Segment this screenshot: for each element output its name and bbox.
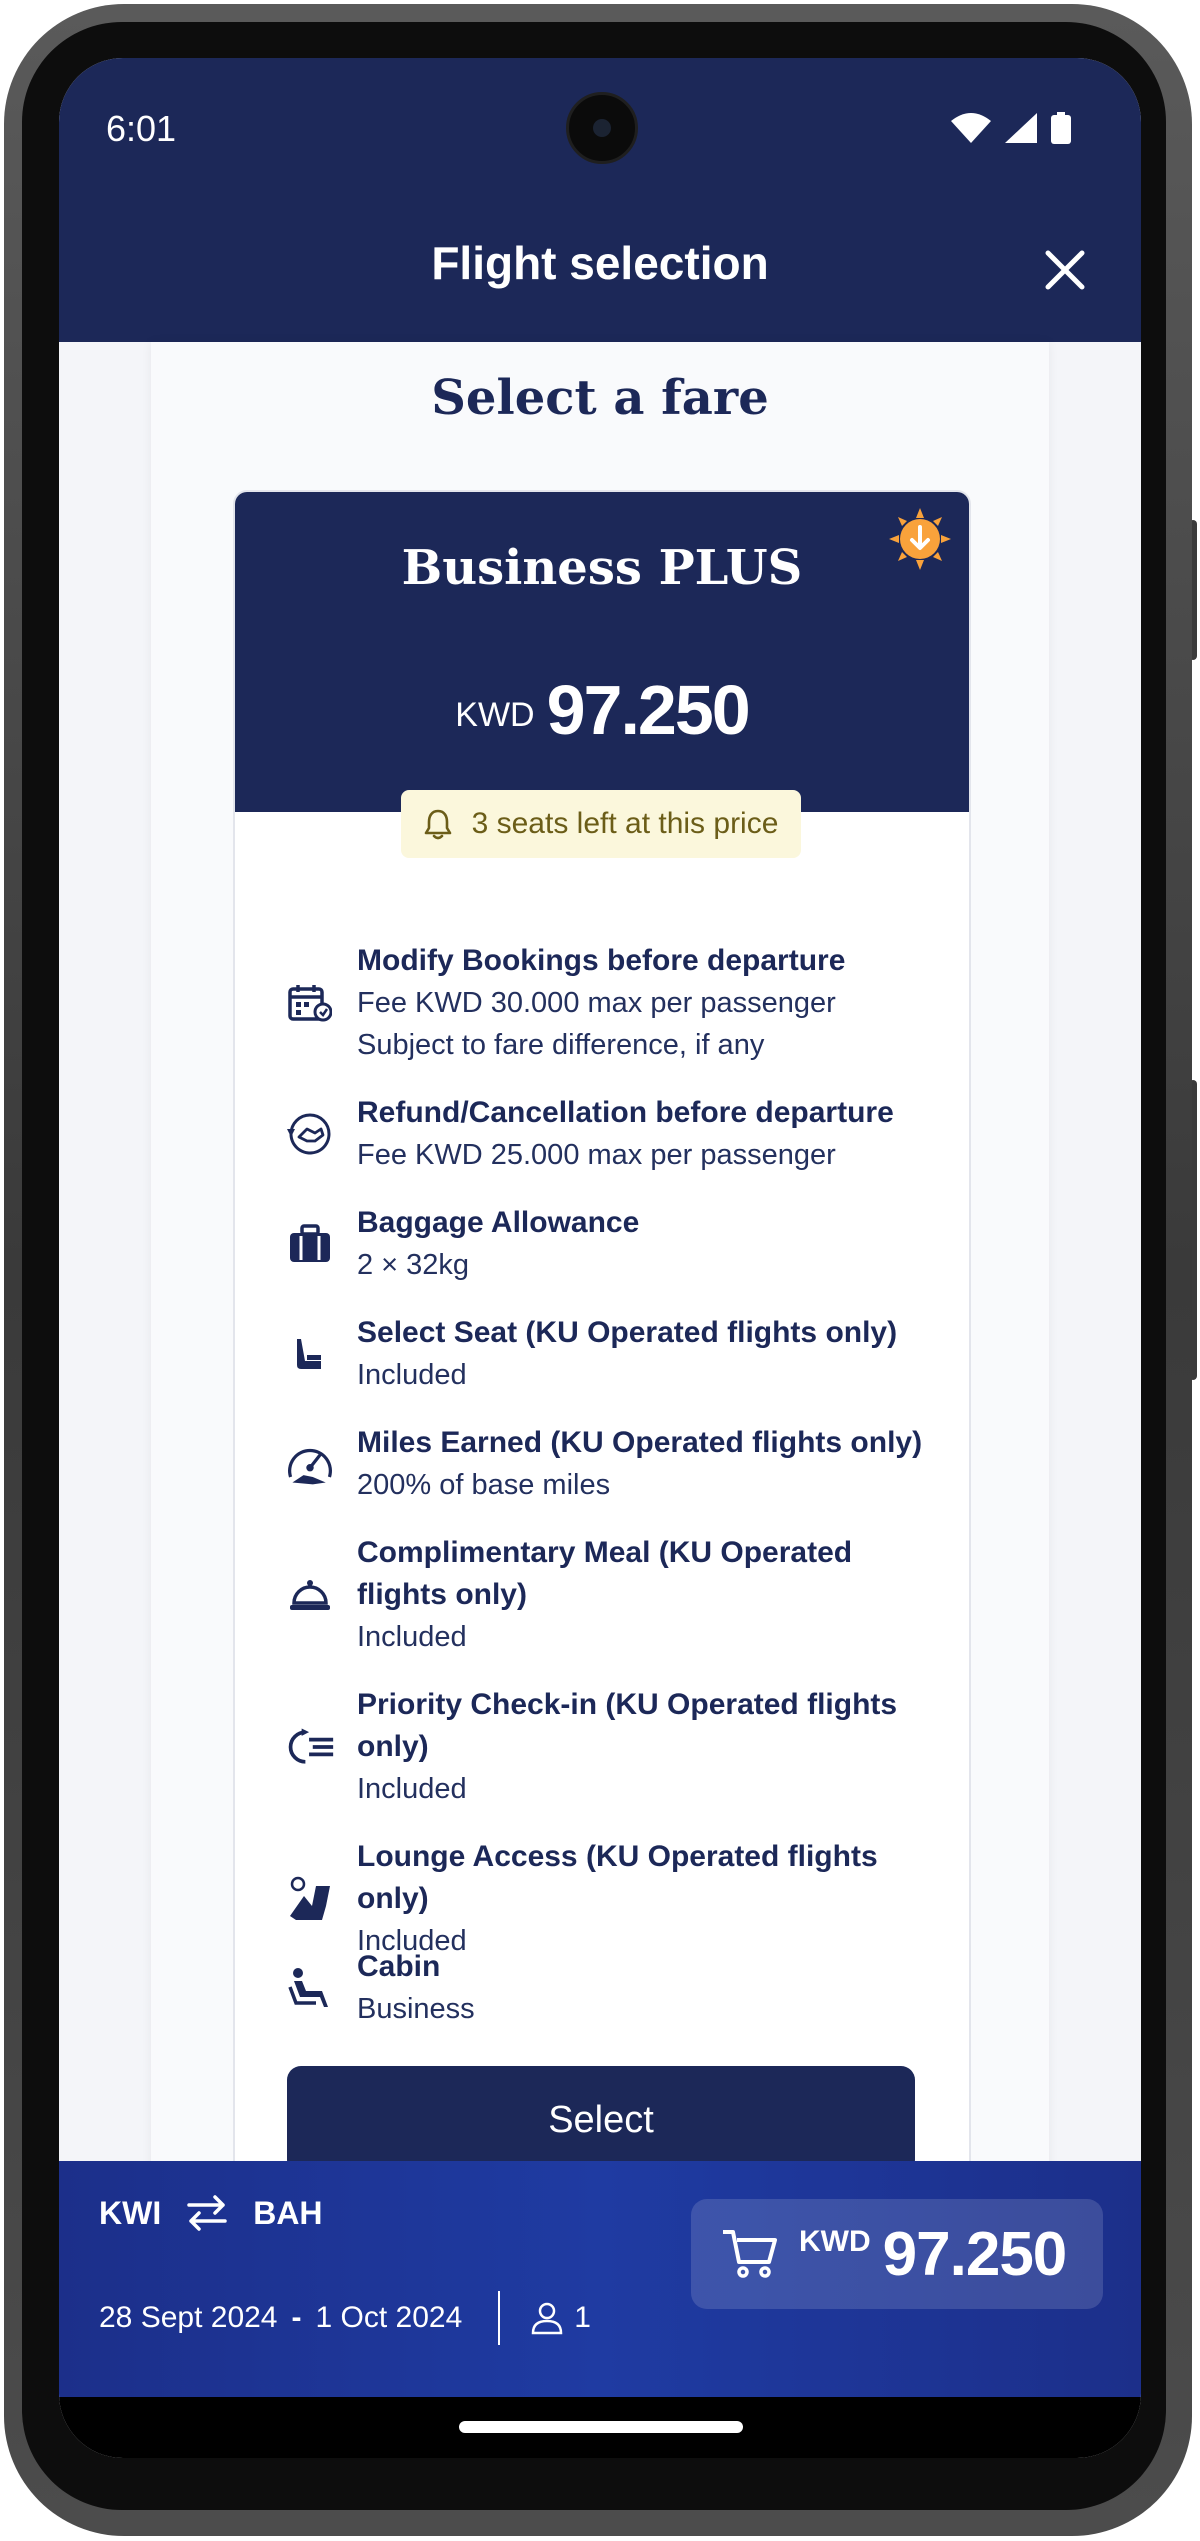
cabin-seat-icon — [288, 1968, 328, 2007]
benefit-priority-checkin: Priority Check-in (KU Operated flights o… — [285, 1684, 925, 1810]
home-indicator[interactable] — [459, 2421, 743, 2433]
cart-total: 97.250 — [882, 2219, 1068, 2289]
fare-price: KWD 97.250 — [235, 670, 969, 750]
benefit-title: Select Seat (KU Operated flights only) — [357, 1316, 898, 1349]
benefit-modify-booking: Modify Bookings before departure Fee KWD… — [285, 940, 925, 1066]
divider — [498, 2291, 501, 2345]
passenger-count: 1 — [530, 2301, 591, 2335]
benefit-select-seat: Select Seat (KU Operated flights only) I… — [285, 1312, 925, 1396]
benefit-title: Lounge Access (KU Operated flights only) — [357, 1840, 878, 1915]
benefit-title: Cabin — [357, 1950, 441, 1983]
close-icon — [1045, 250, 1085, 290]
benefit-detail: Included — [357, 1773, 467, 1805]
battery-icon — [1051, 112, 1071, 144]
app-header: 6:01 Flight selection — [59, 58, 1141, 342]
benefit-refund: Refund/Cancellation before departure Fee… — [285, 1092, 925, 1176]
seats-left-text: 3 seats left at this price — [471, 807, 779, 840]
fare-card-header: Business PLUS KWD 97.250 — [235, 492, 969, 812]
depart-date: 28 Sept 2024 — [99, 2301, 278, 2334]
device: 6:01 Flight selection Select a fare Busi… — [0, 0, 1200, 2541]
benefit-title: Baggage Allowance — [357, 1206, 640, 1239]
return-date: 1 Oct 2024 — [315, 2301, 463, 2334]
priority-checkin-icon — [288, 1728, 334, 1764]
benefit-title: Miles Earned (KU Operated flights only) — [357, 1426, 923, 1459]
benefit-detail: Subject to fare difference, if any — [357, 1029, 765, 1061]
lounge-icon — [290, 1876, 330, 1920]
cart-currency: KWD — [799, 2224, 871, 2258]
benefit-detail: Included — [357, 1621, 467, 1653]
meal-icon — [290, 1580, 330, 1610]
close-button[interactable] — [1037, 242, 1093, 298]
benefit-detail: 200% of base miles — [357, 1469, 611, 1501]
benefit-detail: Fee KWD 30.000 max per passenger — [357, 987, 836, 1019]
benefit-meal: Complimentary Meal (KU Operated flights … — [285, 1532, 925, 1658]
cart-icon — [723, 2230, 777, 2278]
benefit-detail: Fee KWD 25.000 max per passenger — [357, 1139, 836, 1171]
seats-left-badge: 3 seats left at this price — [401, 790, 801, 858]
benefit-title: Refund/Cancellation before departure — [357, 1096, 894, 1129]
bell-icon — [424, 809, 451, 840]
benefit-detail: 2 × 32kg — [357, 1249, 470, 1281]
wifi-icon — [951, 113, 991, 143]
cart-button[interactable]: KWD 97.250 — [691, 2199, 1103, 2309]
benefit-cabin: Cabin Business — [285, 1946, 925, 2030]
origin-code: KWI — [99, 2194, 162, 2231]
benefit-title: Priority Check-in (KU Operated flights o… — [357, 1688, 898, 1763]
front-camera — [566, 92, 638, 164]
route: KWI BAH — [99, 2193, 323, 2233]
fare-amount: 97.250 — [546, 671, 751, 749]
benefit-detail: Included — [357, 1359, 467, 1391]
travel-dates: 28 Sept 2024 - 1 Oct 2024 1 — [99, 2291, 591, 2345]
benefit-miles: Miles Earned (KU Operated flights only) … — [285, 1422, 925, 1506]
screen: 6:01 Flight selection Select a fare Busi… — [59, 58, 1141, 2458]
status-time: 6:01 — [106, 108, 177, 149]
benefit-lounge: Lounge Access (KU Operated flights only)… — [285, 1836, 925, 1962]
destination-code: BAH — [253, 2194, 323, 2231]
person-icon — [532, 2302, 563, 2335]
benefit-detail: Business — [357, 1993, 475, 2025]
refund-icon — [287, 1113, 331, 1155]
baggage-icon — [290, 1224, 330, 1262]
miles-icon — [288, 1448, 332, 1485]
benefit-title: Modify Bookings before departure — [357, 944, 846, 977]
swap-arrows-icon — [187, 2195, 227, 2231]
calendar-icon — [288, 985, 332, 1022]
select-fare-button[interactable]: Select — [287, 2066, 915, 2174]
benefit-title: Complimentary Meal (KU Operated flights … — [357, 1536, 853, 1611]
booking-summary-bar: KWI BAH 28 Sept 2024 - 1 Oct 2024 1 KWD … — [59, 2161, 1141, 2397]
fare-name: Business PLUS — [401, 540, 803, 596]
benefit-baggage: Baggage Allowance 2 × 32kg — [285, 1202, 925, 1286]
signal-icon — [1005, 113, 1037, 143]
status-icons — [951, 112, 1071, 144]
passenger-number: 1 — [574, 2301, 591, 2334]
seat-icon — [297, 1339, 321, 1369]
date-separator: - — [291, 2301, 302, 2334]
fare-card: Business PLUS KWD 97.250 3 seats left at … — [233, 490, 971, 2234]
page-title: Flight selection — [431, 237, 769, 289]
section-title: Select a fare — [431, 370, 769, 426]
fare-currency: KWD — [455, 696, 535, 734]
